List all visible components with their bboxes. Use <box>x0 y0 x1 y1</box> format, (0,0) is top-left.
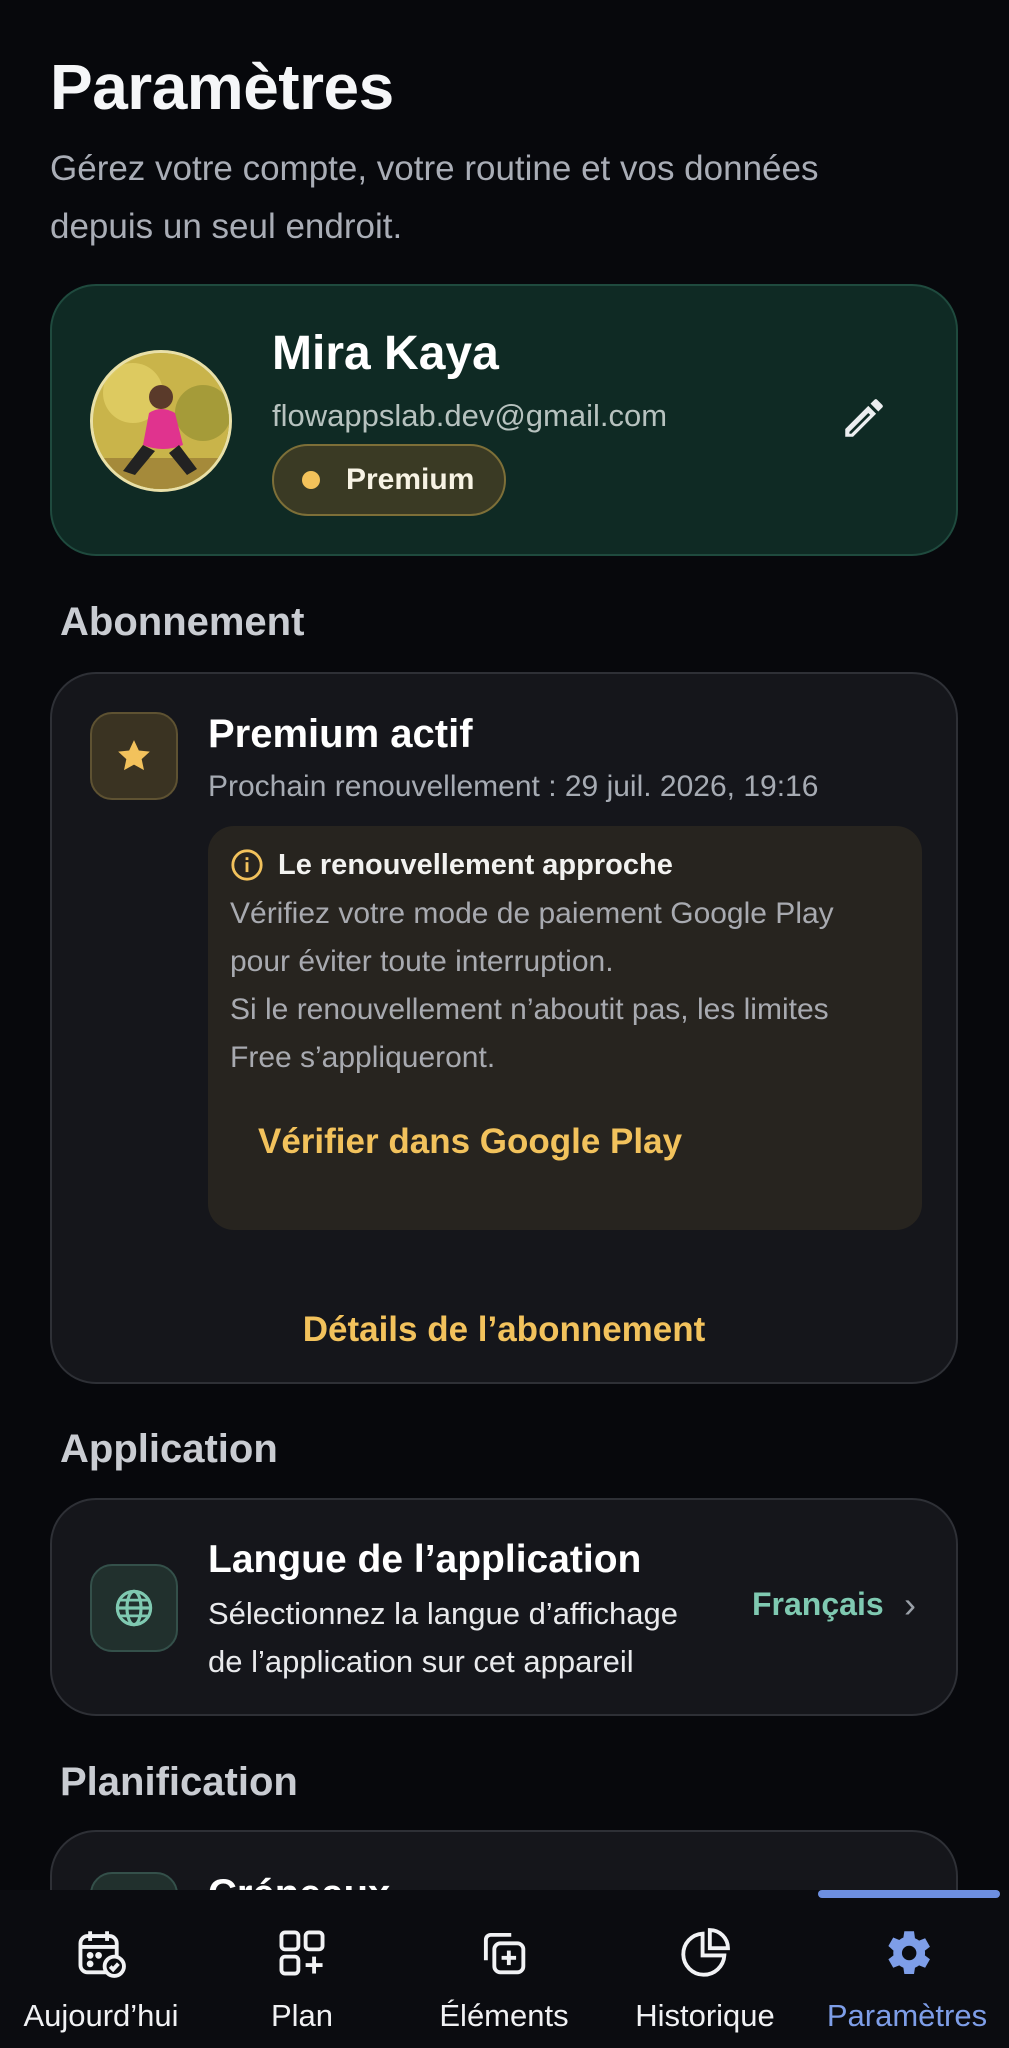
section-title-planning: Planification <box>60 1760 298 1804</box>
edit-profile-button[interactable] <box>832 386 896 450</box>
globe-badge <box>90 1564 178 1652</box>
active-tab-indicator <box>818 1890 1000 1898</box>
premium-badge-label: Premium <box>346 463 475 496</box>
language-value: Français <box>752 1586 884 1622</box>
language-desc-line: de l’application sur cet appareil <box>208 1644 634 1679</box>
warning-title: Le renouvellement approche <box>278 848 673 881</box>
renewal-date: Prochain renouvellement : 29 juil. 2026,… <box>208 770 819 803</box>
avatar-photo-icon <box>93 353 229 489</box>
nav-label: Historique <box>635 1998 775 2033</box>
verify-google-play-link[interactable]: Vérifier dans Google Play <box>258 1122 682 1162</box>
section-title-subscription: Abonnement <box>60 600 305 644</box>
page-title: Paramètres <box>50 51 394 123</box>
nav-tab-history[interactable]: Historique <box>605 1920 805 2034</box>
nav-tab-plan[interactable]: Plan <box>202 1920 402 2034</box>
renewal-warning: Le renouvellement approche Vérifiez votr… <box>208 826 922 1230</box>
subscription-status-title: Premium actif <box>208 712 473 756</box>
nav-tab-today[interactable]: Aujourd’hui <box>1 1920 201 2034</box>
profile-card[interactable]: Mira Kaya flowappslab.dev@gmail.com Prem… <box>50 284 958 556</box>
profile-name: Mira Kaya <box>272 327 499 380</box>
warning-line: Si le renouvellement n’aboutit pas, les … <box>230 993 829 1026</box>
bottom-navigation: Aujourd’hui Plan Éléments Historique Par… <box>0 1890 1009 2048</box>
grid-plus-icon <box>279 1930 325 1976</box>
page-subtitle: Gérez votre compte, votre routine et vos… <box>50 149 819 246</box>
warning-line: Vérifiez votre mode de paiement Google P… <box>230 897 834 930</box>
pencil-icon <box>845 399 883 437</box>
globe-icon <box>115 1589 153 1627</box>
star-badge <box>90 712 178 800</box>
star-icon <box>118 740 150 771</box>
nav-label: Paramètres <box>826 1998 988 2033</box>
add-copy-icon <box>483 1932 526 1975</box>
warning-line: pour éviter toute interruption. <box>230 945 614 978</box>
pie-chart-icon <box>681 1928 730 1977</box>
status-dot-icon <box>302 471 320 489</box>
nav-tab-elements[interactable]: Éléments <box>404 1920 604 2034</box>
subscription-details-link[interactable]: Détails de l’abonnement <box>52 1310 956 1350</box>
avatar[interactable] <box>90 350 232 492</box>
warning-line: Free s’appliqueront. <box>230 1041 496 1074</box>
subscription-card: Premium actif Prochain renouvellement : … <box>50 672 958 1384</box>
gear-icon <box>888 1931 930 1975</box>
nav-label: Éléments <box>439 1998 569 2033</box>
section-title-application: Application <box>60 1427 278 1471</box>
info-icon <box>231 849 263 881</box>
profile-email: flowappslab.dev@gmail.com <box>272 398 668 433</box>
warning-header: Le renouvellement approche <box>230 848 673 882</box>
nav-label: Aujourd’hui <box>23 1998 179 2033</box>
language-description: Sélectionnez la langue d’affichage de l’… <box>208 1590 708 1686</box>
language-title: Langue de l’application <box>208 1538 642 1581</box>
language-desc-line: Sélectionnez la langue d’affichage <box>208 1596 678 1631</box>
nav-tab-settings[interactable]: Paramètres <box>807 1920 1007 2034</box>
language-setting-row[interactable]: Langue de l’application Sélectionnez la … <box>50 1498 958 1716</box>
calendar-check-icon <box>78 1931 126 1978</box>
premium-badge: Premium <box>272 444 507 516</box>
warning-text: Vérifiez votre mode de paiement Google P… <box>230 890 910 1082</box>
chevron-right-icon: › <box>904 1584 916 1625</box>
nav-label: Plan <box>270 1998 334 2033</box>
